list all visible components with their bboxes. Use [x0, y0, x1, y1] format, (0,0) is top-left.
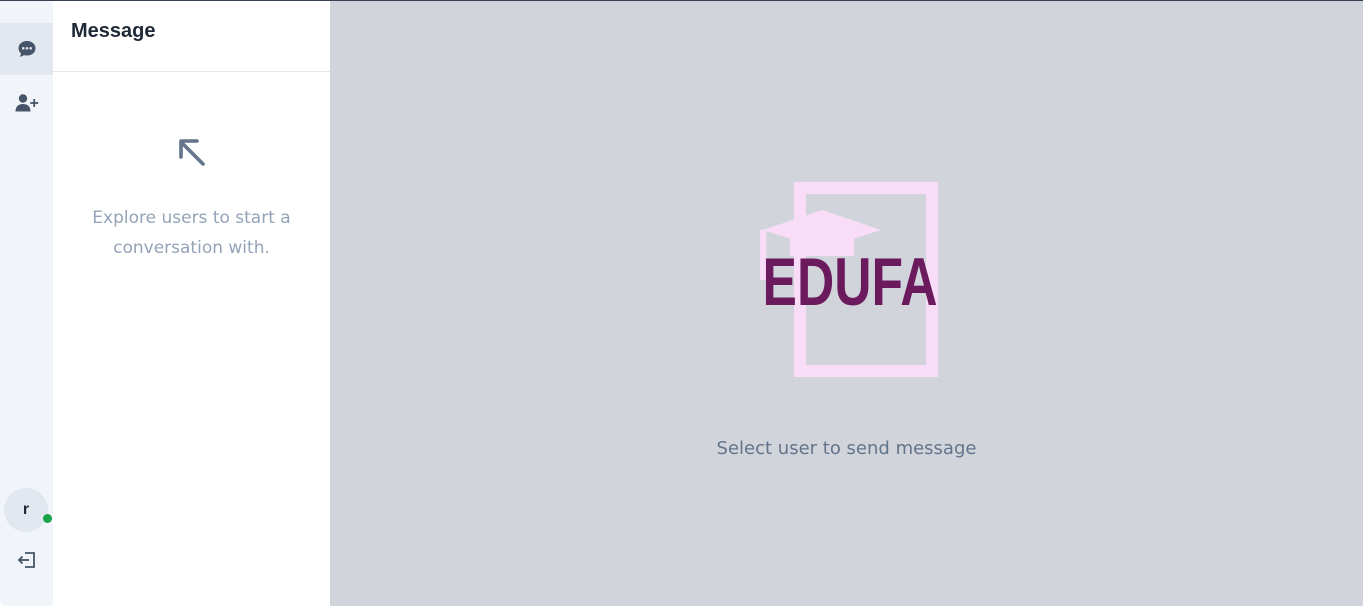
chat-nav-button[interactable] — [0, 23, 53, 75]
icon-rail: r — [0, 1, 53, 606]
edufa-logo: EDUFA — [760, 182, 938, 377]
logo-text: EDUFA — [763, 244, 938, 320]
chat-bubble-icon — [18, 41, 35, 57]
panel-header: Message — [53, 1, 330, 72]
online-status-dot — [43, 514, 52, 523]
arrow-up-left-icon — [178, 139, 205, 166]
app-window: r Message Explore users to start a conve… — [0, 0, 1363, 606]
empty-state: Explore users to start a conversation wi… — [53, 135, 330, 263]
panel-title: Message — [71, 19, 156, 42]
conversation-panel: Message Explore users to start a convers… — [53, 1, 330, 606]
logout-icon — [17, 552, 35, 568]
logout-button[interactable] — [0, 546, 53, 574]
select-user-prompt: Select user to send message — [716, 438, 977, 459]
empty-state-text: Explore users to start a conversation wi… — [92, 208, 291, 258]
avatar-initial: r — [22, 501, 30, 518]
message-area: EDUFA Select user to send message — [330, 1, 1363, 606]
user-plus-icon — [15, 94, 38, 112]
user-avatar[interactable]: r — [4, 488, 48, 532]
add-user-nav-button[interactable] — [0, 77, 53, 129]
